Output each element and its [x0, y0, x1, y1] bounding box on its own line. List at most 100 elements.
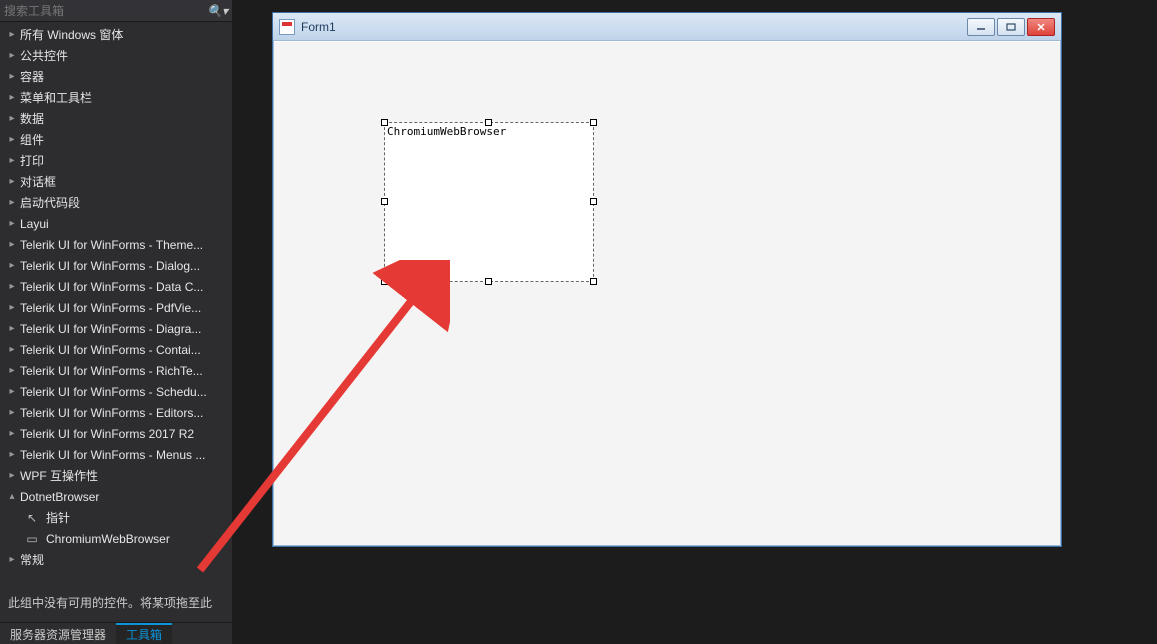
toolbox-category-label: 常规 — [20, 551, 44, 568]
toolbox-item-label: 指针 — [46, 509, 70, 526]
toolbox-category-label: Telerik UI for WinForms - Contai... — [20, 343, 201, 357]
maximize-button[interactable] — [997, 18, 1025, 36]
toolbox-category-label: 菜单和工具栏 — [20, 89, 92, 106]
control-label: ChromiumWebBrowser — [387, 125, 506, 138]
tab-server-explorer[interactable]: 服务器资源管理器 — [0, 623, 116, 644]
toolbox-category-label: Layui — [20, 217, 49, 231]
chevron-right-icon: ▸ — [6, 386, 18, 397]
toolbox-category[interactable]: ▸公共控件 — [0, 45, 232, 66]
resize-handle-n[interactable] — [485, 119, 492, 126]
toolbox-panel: 🔍▾ ▸所有 Windows 窗体▸公共控件▸容器▸菜单和工具栏▸数据▸组件▸打… — [0, 0, 232, 644]
chevron-right-icon: ▸ — [6, 176, 18, 187]
toolbox-category[interactable]: ▸Telerik UI for WinForms - Data C... — [0, 276, 232, 297]
minimize-button[interactable] — [967, 18, 995, 36]
toolbox-search-bar: 🔍▾ — [0, 0, 232, 22]
toolbox-category[interactable]: ▸组件 — [0, 129, 232, 150]
toolbox-empty-text: 此组中没有可用的控件。将某项拖至此 — [0, 589, 232, 622]
toolbox-category-label: 组件 — [20, 131, 44, 148]
toolbox-category-label: Telerik UI for WinForms - Editors... — [20, 406, 203, 420]
designer-area: Form1 ChromiumWebBrowser — [232, 0, 1157, 644]
toolbox-category[interactable]: ▸Telerik UI for WinForms - Menus ... — [0, 444, 232, 465]
toolbox-category[interactable]: ▸菜单和工具栏 — [0, 87, 232, 108]
toolbox-category-label: 启动代码段 — [20, 194, 80, 211]
toolbox-category-label: 数据 — [20, 110, 44, 127]
toolbox-category[interactable]: ▸常规 — [0, 549, 232, 570]
toolbox-category[interactable]: ▸Layui — [0, 213, 232, 234]
chevron-right-icon: ▸ — [6, 260, 18, 271]
toolbox-category-label: Telerik UI for WinForms - PdfVie... — [20, 301, 201, 315]
resize-handle-ne[interactable] — [590, 119, 597, 126]
chevron-right-icon: ▸ — [6, 344, 18, 355]
toolbox-category-label: 所有 Windows 窗体 — [20, 26, 123, 43]
resize-handle-e[interactable] — [590, 198, 597, 205]
form-titlebar: Form1 — [273, 13, 1061, 41]
toolbox-category[interactable]: ▸Telerik UI for WinForms - Dialog... — [0, 255, 232, 276]
toolbox-search-input[interactable] — [4, 4, 203, 18]
toolbox-category-label: Telerik UI for WinForms - Theme... — [20, 238, 203, 252]
tab-toolbox[interactable]: 工具箱 — [116, 623, 172, 644]
toolbox-category[interactable]: ▸Telerik UI for WinForms - Diagra... — [0, 318, 232, 339]
toolbox-category[interactable]: ▸Telerik UI for WinForms - Editors... — [0, 402, 232, 423]
chevron-right-icon: ▸ — [6, 71, 18, 82]
chevron-right-icon: ▸ — [6, 197, 18, 208]
form-client-area[interactable]: ChromiumWebBrowser — [274, 42, 1060, 545]
bottom-tabs: 服务器资源管理器 工具箱 — [0, 622, 232, 644]
form-window: Form1 ChromiumWebBrowser — [272, 12, 1062, 547]
toolbox-category-label: Telerik UI for WinForms 2017 R2 — [20, 427, 194, 441]
toolbox-category[interactable]: ▸Telerik UI for WinForms - Schedu... — [0, 381, 232, 402]
toolbox-category[interactable]: ▸Telerik UI for WinForms - Theme... — [0, 234, 232, 255]
toolbox-item[interactable]: ▭ ChromiumWebBrowser — [0, 528, 232, 549]
chevron-right-icon: ▸ — [6, 155, 18, 166]
toolbox-category-label: 容器 — [20, 68, 44, 85]
toolbox-category[interactable]: ▸对话框 — [0, 171, 232, 192]
toolbox-category-label: Telerik UI for WinForms - Data C... — [20, 280, 203, 294]
toolbox-category[interactable]: ▸打印 — [0, 150, 232, 171]
toolbox-category-label: Telerik UI for WinForms - Schedu... — [20, 385, 207, 399]
toolbox-category[interactable]: ▸容器 — [0, 66, 232, 87]
chevron-right-icon: ▸ — [6, 113, 18, 124]
toolbox-category[interactable]: ▸Telerik UI for WinForms - RichTe... — [0, 360, 232, 381]
selected-control[interactable]: ChromiumWebBrowser — [384, 122, 594, 282]
chevron-right-icon: ▸ — [6, 470, 18, 481]
toolbox-category[interactable]: ▸WPF 互操作性 — [0, 465, 232, 486]
chevron-right-icon: ▸ — [6, 29, 18, 40]
toolbox-category[interactable]: ▸Telerik UI for WinForms 2017 R2 — [0, 423, 232, 444]
toolbox-category-label: 对话框 — [20, 173, 56, 190]
resize-handle-sw[interactable] — [381, 278, 388, 285]
form-designer-surface[interactable]: Form1 ChromiumWebBrowser — [272, 12, 1062, 547]
toolbox-category-label: Telerik UI for WinForms - Dialog... — [20, 259, 200, 273]
toolbox-category[interactable]: ▸Telerik UI for WinForms - PdfVie... — [0, 297, 232, 318]
resize-handle-nw[interactable] — [381, 119, 388, 126]
toolbox-category-label: WPF 互操作性 — [20, 467, 98, 484]
search-icon[interactable]: 🔍▾ — [207, 4, 228, 18]
toolbox-category-label: Telerik UI for WinForms - RichTe... — [20, 364, 203, 378]
chevron-right-icon: ▸ — [6, 554, 18, 565]
toolbox-category-label: Telerik UI for WinForms - Menus ... — [20, 448, 205, 462]
window-controls — [967, 18, 1055, 36]
toolbox-category[interactable]: ▴DotnetBrowser — [0, 486, 232, 507]
chevron-right-icon: ▸ — [6, 449, 18, 460]
toolbox-category[interactable]: ▸数据 — [0, 108, 232, 129]
chevron-right-icon: ▸ — [6, 50, 18, 61]
chevron-right-icon: ▸ — [6, 323, 18, 334]
resize-handle-se[interactable] — [590, 278, 597, 285]
chevron-right-icon: ▸ — [6, 365, 18, 376]
toolbox-category[interactable]: ▸启动代码段 — [0, 192, 232, 213]
toolbox-category[interactable]: ▸Telerik UI for WinForms - Contai... — [0, 339, 232, 360]
form-title: Form1 — [301, 20, 967, 34]
toolbox-tree: ▸所有 Windows 窗体▸公共控件▸容器▸菜单和工具栏▸数据▸组件▸打印▸对… — [0, 22, 232, 589]
toolbox-category-label: 打印 — [20, 152, 44, 169]
toolbox-item-label: ChromiumWebBrowser — [46, 532, 170, 546]
component-icon: ▭ — [24, 532, 40, 546]
chevron-right-icon: ▸ — [6, 428, 18, 439]
resize-handle-w[interactable] — [381, 198, 388, 205]
chevron-right-icon: ▸ — [6, 218, 18, 229]
form-icon — [279, 19, 295, 35]
close-button[interactable] — [1027, 18, 1055, 36]
toolbox-category[interactable]: ▸所有 Windows 窗体 — [0, 24, 232, 45]
resize-handle-s[interactable] — [485, 278, 492, 285]
toolbox-item[interactable]: ↖指针 — [0, 507, 232, 528]
chevron-right-icon: ▸ — [6, 239, 18, 250]
toolbox-category-label: 公共控件 — [20, 47, 68, 64]
chevron-right-icon: ▸ — [6, 92, 18, 103]
